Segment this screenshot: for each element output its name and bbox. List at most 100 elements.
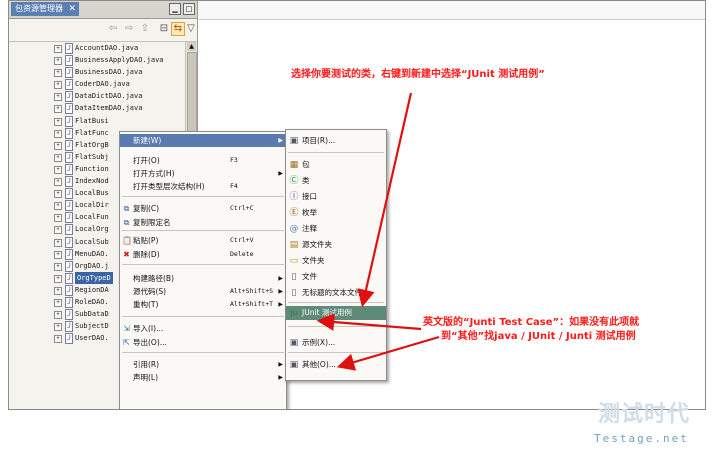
expand-icon[interactable]: + bbox=[54, 262, 62, 271]
submenu-item[interactable]: ▦ 包 bbox=[286, 158, 386, 172]
submenu-item-label: 文件 bbox=[302, 272, 317, 281]
delete-icon: ✖ bbox=[123, 250, 130, 259]
expand-icon[interactable]: + bbox=[54, 311, 62, 320]
submenu-item[interactable]: ▭ 文件夹 bbox=[286, 254, 386, 268]
context-menu-item[interactable]: 新建(W) ▶ bbox=[120, 134, 286, 147]
expand-icon[interactable]: + bbox=[54, 57, 62, 66]
package-icon: ▦ bbox=[289, 160, 299, 170]
import-icon: ⇲ bbox=[123, 324, 130, 333]
menu-item-label: 复制限定名 bbox=[133, 218, 171, 227]
submenu-item[interactable]: @ 注释 bbox=[286, 222, 386, 236]
file-name: FlatSubj bbox=[75, 152, 109, 161]
java-file-icon: J bbox=[65, 260, 73, 272]
tree-row[interactable]: + J FlatBusi bbox=[9, 115, 185, 127]
tree-row[interactable]: + J BusinessApplyDAO.java bbox=[9, 54, 185, 67]
expand-icon[interactable]: + bbox=[54, 45, 62, 53]
scroll-up-icon[interactable]: ▲ bbox=[187, 42, 196, 51]
expand-icon[interactable]: + bbox=[54, 226, 62, 235]
java-file-icon: J bbox=[65, 188, 73, 200]
submenu-item[interactable]: ▯ 文件 bbox=[286, 270, 386, 284]
context-menu-item[interactable]: 源代码(S) Alt+Shift+S ▶ bbox=[120, 285, 286, 298]
expand-icon[interactable]: + bbox=[54, 298, 62, 307]
expand-icon[interactable]: + bbox=[54, 69, 62, 78]
java-file-icon: J bbox=[65, 91, 73, 103]
tab-package-explorer[interactable]: 包资源管理器 ✕ bbox=[11, 2, 79, 16]
untitled-text-file-icon: ▯ bbox=[291, 288, 297, 298]
collapse-all-icon[interactable]: ⊟ bbox=[158, 23, 170, 35]
expand-icon[interactable]: + bbox=[54, 165, 62, 174]
context-menu-item[interactable]: 打开类型层次结构(H) F4 bbox=[120, 180, 286, 193]
expand-icon[interactable]: + bbox=[54, 153, 62, 162]
expand-icon[interactable]: + bbox=[54, 178, 62, 187]
submenu-item[interactable]: Ⓔ 枚举 bbox=[286, 206, 386, 220]
context-menu-item[interactable]: 构建路径(B) ▶ bbox=[120, 272, 286, 285]
file-name: UserDAO. bbox=[75, 334, 109, 343]
expand-icon[interactable]: + bbox=[54, 81, 62, 90]
tree-row[interactable]: + J AccountDAO.java bbox=[9, 42, 185, 54]
context-menu-item[interactable]: ⇲ 导入(I)... bbox=[120, 322, 286, 335]
menu-item-accelerator: Ctrl+C bbox=[230, 204, 254, 212]
file-name: LocalFun bbox=[75, 213, 109, 222]
submenu-item[interactable]: Ju JUnit 测试用例 bbox=[286, 306, 386, 320]
folder-icon: ▭ bbox=[289, 256, 299, 266]
view-menu-icon[interactable]: ▽ bbox=[185, 23, 197, 35]
context-menu-item[interactable]: 打开方式(H) ▶ bbox=[120, 167, 286, 180]
close-icon[interactable]: ✕ bbox=[68, 2, 76, 16]
expand-icon[interactable]: + bbox=[54, 250, 62, 259]
forward-icon[interactable]: ⇨ bbox=[123, 23, 135, 35]
expand-icon[interactable]: + bbox=[54, 190, 62, 199]
context-menu-item[interactable]: ⧉ 复制限定名 bbox=[120, 216, 286, 229]
context-menu-item[interactable]: ⇱ 导出(O)... bbox=[120, 336, 286, 349]
file-name: SubDataD bbox=[75, 310, 109, 319]
submenu-item[interactable]: ▣ 示例(X)... bbox=[286, 336, 386, 350]
maximize-icon[interactable]: □ bbox=[183, 3, 195, 15]
expand-icon[interactable]: + bbox=[54, 323, 62, 332]
tree-row[interactable]: + J CoderDAO.java bbox=[9, 78, 185, 91]
example-icon: ▣ bbox=[289, 338, 299, 348]
context-menu-item[interactable]: ✖ 删除(D) Delete bbox=[120, 248, 286, 261]
menu-item-label: 源代码(S) bbox=[133, 287, 167, 296]
context-menu-item[interactable]: 声明(L) ▶ bbox=[120, 371, 286, 384]
menu-item-label: 新建(W) bbox=[133, 136, 162, 145]
submenu-item-label: 包 bbox=[302, 160, 310, 169]
expand-icon[interactable]: + bbox=[54, 129, 62, 138]
minimize-icon[interactable]: ▁ bbox=[169, 3, 181, 15]
menu-item-label: 引用(R) bbox=[133, 360, 160, 369]
submenu-item[interactable]: ▣ 项目(R)... bbox=[286, 134, 386, 148]
expand-icon[interactable]: + bbox=[54, 141, 62, 150]
expand-icon[interactable]: + bbox=[54, 335, 62, 344]
submenu-item[interactable]: ▤ 源文件夹 bbox=[286, 238, 386, 252]
context-menu-item[interactable]: ⧉ 复制(C) Ctrl+C bbox=[120, 202, 286, 215]
menu-item-label: 打开(O) bbox=[133, 156, 160, 165]
tree-row[interactable]: + J DataItemDAO.java bbox=[9, 102, 185, 115]
expand-icon[interactable]: + bbox=[54, 214, 62, 223]
tab-label: 包资源管理器 bbox=[15, 4, 63, 13]
java-file-icon: J bbox=[65, 43, 73, 54]
java-file-icon: J bbox=[65, 127, 73, 139]
submenu-item[interactable]: Ⓒ 类 bbox=[286, 174, 386, 188]
expand-icon[interactable]: + bbox=[54, 93, 62, 102]
expand-icon[interactable]: + bbox=[54, 105, 62, 114]
up-icon[interactable]: ⇧ bbox=[139, 23, 151, 35]
context-menu-item[interactable]: 重构(T) Alt+Shift+T ▶ bbox=[120, 298, 286, 311]
context-menu: 新建(W) ▶ 打开(O) F3 打开方式(H) ▶ 打开类型层次结构(H) F4 ⧉ 复制(C)… bbox=[119, 131, 287, 409]
junit-icon: Ju bbox=[290, 309, 298, 317]
submenu-item[interactable]: ▯ 无标题的文本文件 bbox=[286, 286, 386, 300]
expand-icon[interactable]: + bbox=[54, 274, 62, 283]
back-icon[interactable]: ⇦ bbox=[107, 23, 119, 35]
tree-row[interactable]: + J DataDictDAO.java bbox=[9, 90, 185, 103]
tree-row[interactable]: + J BusinessDAO.java bbox=[9, 66, 185, 79]
context-menu-item[interactable]: 📋 粘贴(P) Ctrl+V bbox=[120, 234, 286, 247]
expand-icon[interactable]: + bbox=[54, 286, 62, 295]
submenu-item[interactable]: ▣ 其他(O)... bbox=[286, 358, 386, 372]
link-with-editor-icon[interactable]: ⇆ bbox=[171, 22, 185, 36]
file-name: LocalBus bbox=[75, 189, 109, 198]
context-menu-item[interactable]: 打开(O) F3 bbox=[120, 154, 286, 167]
submenu-item[interactable]: Ⓘ 接口 bbox=[286, 190, 386, 204]
expand-icon[interactable]: + bbox=[54, 117, 62, 126]
menu-item-accelerator: Delete bbox=[230, 250, 254, 258]
expand-icon[interactable]: + bbox=[54, 238, 62, 247]
context-menu-item[interactable]: 引用(R) ▶ bbox=[120, 358, 286, 371]
expand-icon[interactable]: + bbox=[54, 202, 62, 211]
java-file-icon: J bbox=[65, 115, 73, 127]
